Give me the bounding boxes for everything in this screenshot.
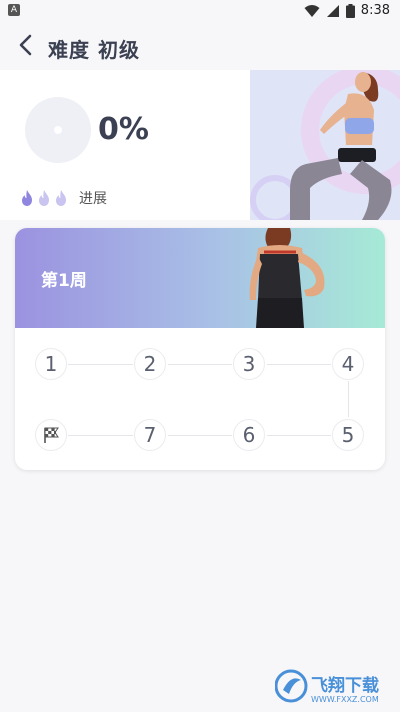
lunge-illustration xyxy=(250,70,400,220)
day-connector xyxy=(348,381,349,417)
clock-time: 8:38 xyxy=(360,3,390,18)
day-connector xyxy=(168,364,232,365)
flame-icon xyxy=(39,190,49,206)
day-circle-6[interactable]: 6 xyxy=(233,419,265,451)
day-connector xyxy=(168,435,232,436)
progress-percent: 0% xyxy=(98,112,149,147)
watermark-logo: 飞翔下载 WWW.FXXZ.COM xyxy=(274,668,395,706)
wifi-icon xyxy=(304,4,320,17)
app-notification-icon: A xyxy=(8,4,20,16)
status-bar: A 8:38 xyxy=(0,0,400,22)
progress-ring-center xyxy=(54,126,62,134)
day-circle-2[interactable]: 2 xyxy=(134,348,166,380)
day-circle-7[interactable]: 7 xyxy=(134,419,166,451)
day-connector xyxy=(68,364,133,365)
day-circle-1[interactable]: 1 xyxy=(35,348,67,380)
battery-icon xyxy=(345,3,355,18)
day-connector xyxy=(68,435,133,436)
day-connector xyxy=(267,364,331,365)
week-banner: 第1周 xyxy=(15,228,385,328)
exercise-hero-image xyxy=(250,70,400,220)
progress-ring xyxy=(25,97,91,163)
flame-icon xyxy=(56,190,66,206)
day-circle-4[interactable]: 4 xyxy=(332,348,364,380)
progress-label: 进展 xyxy=(79,191,107,207)
progress-flames-row: 进展 xyxy=(20,188,107,208)
flame-icon xyxy=(22,190,32,206)
day-circle-5[interactable]: 5 xyxy=(332,419,364,451)
week-plan-card[interactable]: 第1周 1 2 3 4 7 6 5 xyxy=(15,228,385,470)
page-header: 难度 初级 xyxy=(0,22,400,70)
finish-flag-button[interactable] xyxy=(35,419,67,451)
trainer-figure-image xyxy=(249,228,325,328)
page-title: 难度 初级 xyxy=(48,38,140,62)
week-label: 第1周 xyxy=(41,271,87,291)
checkered-flag-icon xyxy=(44,427,59,443)
signal-icon xyxy=(326,4,339,17)
fxxz-logo-image: 飞翔下载 WWW.FXXZ.COM xyxy=(274,669,379,704)
watermark-text: 飞翔下载 xyxy=(311,675,379,696)
back-arrow-icon[interactable] xyxy=(14,32,40,58)
day-connector xyxy=(267,435,331,436)
watermark-url: WWW.FXXZ.COM xyxy=(311,695,379,704)
day-circle-3[interactable]: 3 xyxy=(233,348,265,380)
